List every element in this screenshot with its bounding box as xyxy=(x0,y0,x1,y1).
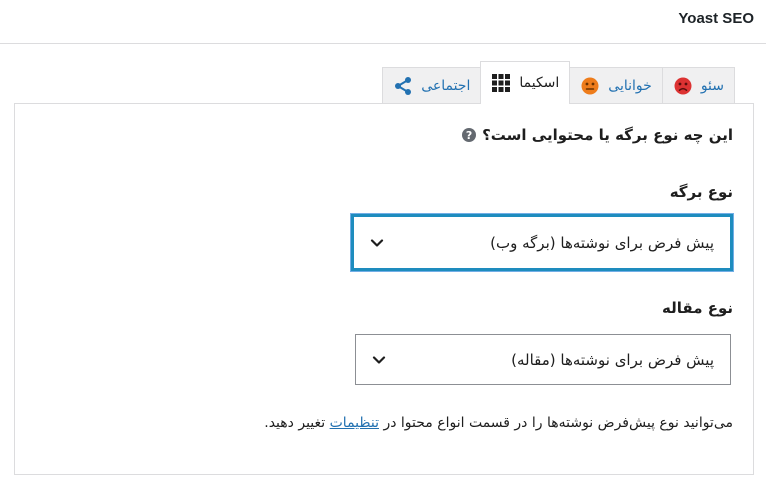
neutral-face-icon xyxy=(580,76,600,96)
tab-seo-label: سئو xyxy=(700,78,724,94)
tab-schema-label: اسکیما xyxy=(519,75,560,91)
article-type-label: نوع مقاله xyxy=(662,299,733,317)
settings-link[interactable]: تنظیمات xyxy=(330,415,379,431)
tab-readability[interactable]: خوانایی xyxy=(569,67,663,104)
chevron-down-icon xyxy=(370,236,384,250)
tab-schema[interactable]: اسکیما xyxy=(480,61,571,104)
page-type-select[interactable]: پیش فرض برای نوشته‌ها (برگه وب) xyxy=(351,214,733,271)
schema-tab-panel: این چه نوع برگه یا محتوایی است؟ ? نوع بر… xyxy=(14,103,754,475)
help-icon[interactable]: ? xyxy=(462,128,477,142)
share-icon xyxy=(393,76,413,96)
tab-social-label: اجتماعی xyxy=(421,78,471,94)
grid-icon xyxy=(491,73,511,93)
sad-face-icon xyxy=(673,76,693,96)
tab-social[interactable]: اجتماعی xyxy=(382,67,482,104)
tab-readability-label: خوانایی xyxy=(608,78,652,94)
tab-seo[interactable]: سئو xyxy=(661,67,735,104)
article-type-value: پیش فرض برای نوشته‌ها (مقاله) xyxy=(511,350,714,369)
page-type-value: پیش فرض برای نوشته‌ها (برگه وب) xyxy=(490,233,714,252)
settings-note-before: می‌توانید نوع پیش‌فرض نوشته‌ها را در قسم… xyxy=(379,415,733,431)
chevron-down-icon xyxy=(372,353,386,367)
question-text: این چه نوع برگه یا محتوایی است؟ xyxy=(482,126,733,144)
tab-bar: سئو خوانایی اسکیما اجتماعی xyxy=(382,61,735,104)
settings-note-after: تغییر دهید. xyxy=(264,415,330,431)
panel-title: Yoast SEO xyxy=(678,10,754,27)
settings-note: می‌توانید نوع پیش‌فرض نوشته‌ها را در قسم… xyxy=(264,415,733,431)
page-type-label: نوع برگه xyxy=(669,183,733,201)
content-type-question: این چه نوع برگه یا محتوایی است؟ ? xyxy=(462,126,733,144)
article-type-select[interactable]: پیش فرض برای نوشته‌ها (مقاله) xyxy=(355,334,731,385)
panel-header: Yoast SEO xyxy=(0,0,766,44)
